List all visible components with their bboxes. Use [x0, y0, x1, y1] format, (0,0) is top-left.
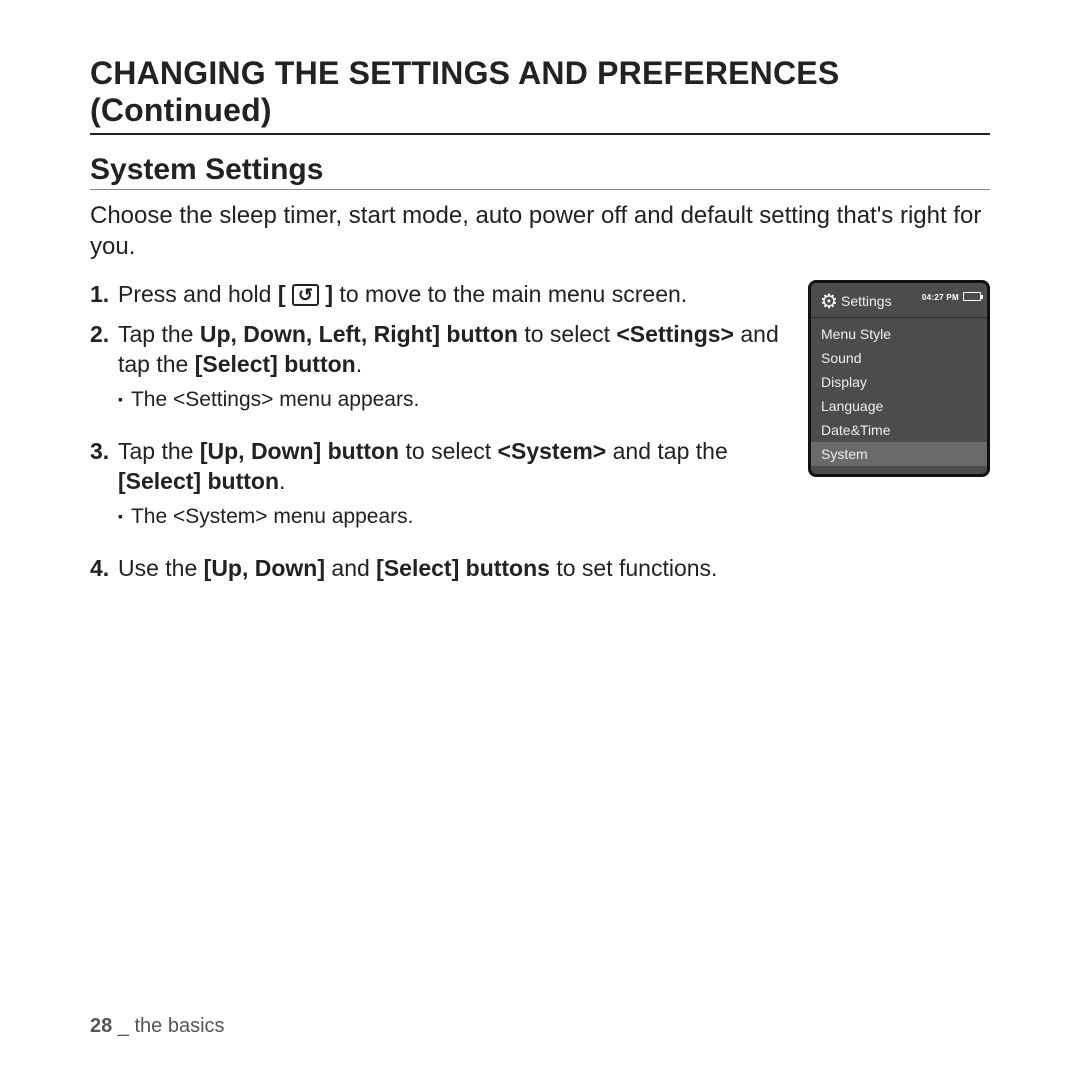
battery-icon — [963, 292, 981, 301]
device-menu-item: Display — [811, 370, 987, 394]
step-text: Tap the — [118, 438, 200, 464]
step-text: Use the — [118, 555, 204, 581]
step-bold: <System> — [498, 438, 607, 464]
divider — [811, 317, 987, 318]
device-menu-item: Sound — [811, 346, 987, 370]
device-title: Settings — [841, 293, 892, 309]
step-1: 1. Press and hold [ ↺ ] to move to the m… — [90, 280, 794, 310]
step-text: to set functions. — [550, 555, 717, 581]
intro-text: Choose the sleep timer, start mode, auto… — [90, 200, 990, 262]
step-text: to select — [518, 321, 616, 347]
page-number: 28 — [90, 1015, 112, 1037]
step-sub: The <System> menu appears. — [118, 503, 794, 530]
step-number: 1. — [90, 280, 118, 310]
step-text: . — [356, 351, 362, 377]
step-bold: [Select] button — [118, 468, 279, 494]
device-time: 04:27 PM — [922, 293, 959, 302]
step-sub: The <Settings> menu appears. — [118, 386, 794, 413]
step-text: Press and hold — [118, 281, 278, 307]
step-text: . — [279, 468, 285, 494]
step-number: 2. — [90, 320, 118, 427]
step-2: 2. Tap the Up, Down, Left, Right] button… — [90, 320, 794, 427]
step-bold: [Select] button — [195, 351, 356, 377]
step-bold: [Select] buttons — [376, 555, 550, 581]
step-text: and — [325, 555, 376, 581]
section-title: System Settings — [90, 153, 990, 190]
back-key-open: [ — [278, 281, 292, 307]
step-number: 4. — [90, 554, 118, 584]
back-icon: ↺ — [292, 284, 319, 306]
page-footer: 28 _ the basics — [90, 1015, 225, 1038]
step-bold: [Up, Down] button — [200, 438, 399, 464]
device-menu-item-selected: System — [811, 442, 987, 466]
footer-sep: _ — [112, 1015, 134, 1037]
step-text: Tap the — [118, 321, 200, 347]
device-header: ⚙ Settings 04:27 PM — [811, 289, 987, 317]
page-title: CHANGING THE SETTINGS AND PREFERENCES (C… — [90, 55, 990, 135]
step-number: 3. — [90, 437, 118, 544]
device-menu-item: Menu Style — [811, 322, 987, 346]
step-text: and tap the — [606, 438, 728, 464]
step-4: 4. Use the [Up, Down] and [Select] butto… — [90, 554, 794, 584]
device-menu-item: Date&Time — [811, 418, 987, 442]
footer-chapter: the basics — [135, 1015, 225, 1037]
steps-list: 1. Press and hold [ ↺ ] to move to the m… — [90, 280, 794, 594]
step-3: 3. Tap the [Up, Down] button to select <… — [90, 437, 794, 544]
step-text: to move to the main menu screen. — [333, 281, 687, 307]
step-bold: <Settings> — [616, 321, 734, 347]
back-key-close: ] — [319, 281, 333, 307]
step-text: to select — [399, 438, 497, 464]
device-screenshot: ⚙ Settings 04:27 PM Menu Style Sound Dis… — [808, 280, 990, 477]
step-bold: Up, Down, Left, Right] button — [200, 321, 518, 347]
step-bold: [Up, Down] — [204, 555, 325, 581]
device-menu-item: Language — [811, 394, 987, 418]
gear-icon: ⚙ — [817, 289, 841, 313]
